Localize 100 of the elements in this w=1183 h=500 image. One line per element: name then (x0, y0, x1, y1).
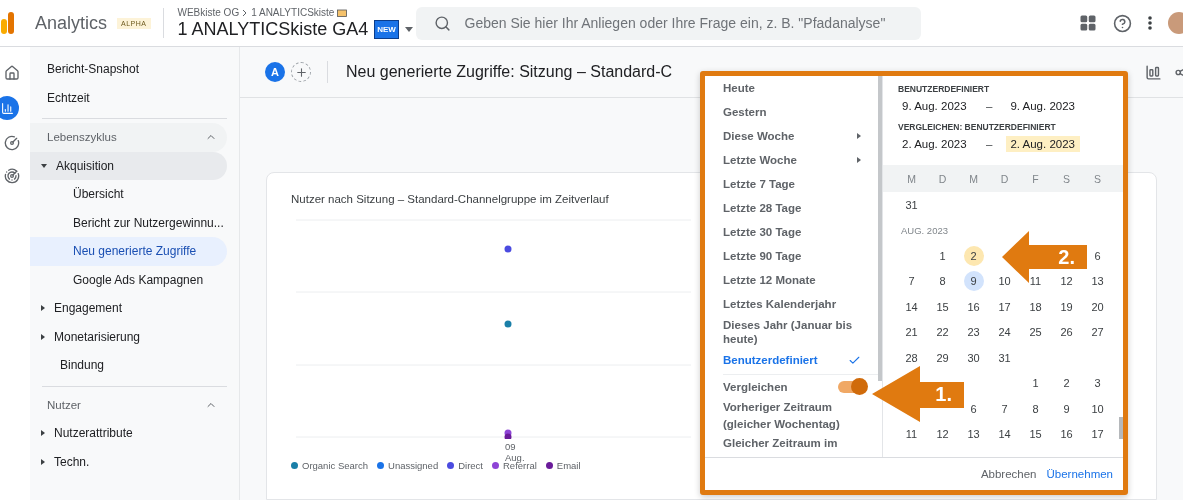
customize-report-button[interactable] (1145, 63, 1162, 81)
preset-option[interactable]: Gestern (723, 100, 882, 124)
calendar-day[interactable]: 14 (901, 296, 922, 317)
search-field[interactable]: Geben Sie hier Ihr Anliegen oder Ihre Frage ein, z. B. "Pfadanalyse" (415, 6, 921, 40)
nav-item[interactable]: Bericht-Snapshot (30, 55, 227, 84)
more-button[interactable] (1148, 16, 1152, 30)
calendar-day[interactable]: 8 (1025, 398, 1046, 419)
calendar-day[interactable]: 10 (994, 271, 1015, 292)
preset-option[interactable]: Letztes Kalenderjahr (723, 292, 882, 316)
preset-option[interactable]: Heute (723, 76, 882, 100)
start-date-field[interactable]: 9. Aug. 2023 (898, 97, 972, 114)
calendar-day[interactable]: 17 (1087, 424, 1108, 445)
preset-option[interactable]: Dieses Jahr (Januar bis heute) (723, 316, 882, 348)
legend-item: Direct (447, 460, 483, 471)
calendar-day[interactable]: 7 (901, 271, 922, 292)
calendar-day[interactable]: 9 (963, 271, 984, 292)
nav-item[interactable]: Techn. (30, 447, 227, 476)
preset-option[interactable]: Diese Woche (723, 124, 882, 148)
calendar-day[interactable]: 11 (1025, 271, 1046, 292)
nav-item[interactable]: Google Ads Kampagnen (30, 265, 227, 294)
nav-item[interactable]: Neu generierte Zugriffe (30, 237, 227, 266)
apps-button[interactable] (1079, 14, 1097, 32)
calendar-day[interactable]: 24 (994, 322, 1015, 343)
calendar-day[interactable]: 13 (963, 424, 984, 445)
range-separator: – (986, 137, 993, 150)
section-header[interactable]: Nutzer (30, 390, 227, 419)
section-header[interactable]: Lebenszyklus (30, 123, 227, 152)
home-button[interactable] (2, 63, 22, 83)
preset-option[interactable]: Letzte 30 Tage (723, 220, 882, 244)
preset-option[interactable]: Letzte 28 Tage (723, 196, 882, 220)
calendar-day[interactable]: 7 (994, 398, 1015, 419)
calendar-day[interactable]: 19 (1056, 296, 1077, 317)
compare-option[interactable]: Vorheriger Zeitraum (gleicher Wochentag) (723, 398, 873, 434)
calendar-day[interactable]: 26 (1056, 322, 1077, 343)
calendar-day[interactable]: 12 (932, 424, 953, 445)
calendar-day[interactable]: 6 (1087, 245, 1108, 266)
start-date-field[interactable]: 2. Aug. 2023 (898, 135, 972, 152)
product-name: Analytics (35, 12, 108, 34)
calendar-day[interactable]: 17 (994, 296, 1015, 317)
nav-item[interactable]: Nutzerattribute (30, 419, 227, 448)
calendar-day[interactable]: 30 (963, 347, 984, 368)
data-point (504, 320, 512, 328)
bar-chart-button[interactable] (0, 96, 19, 120)
nav-item[interactable]: Akquisition (30, 151, 227, 180)
breadcrumb-link[interactable]: 1 ANALYTICSkiste (251, 7, 335, 18)
nav-item[interactable]: Bindung (30, 351, 227, 380)
preset-option[interactable]: Benutzerdefiniert (723, 348, 882, 372)
calendar-day[interactable]: 2 (1056, 373, 1077, 394)
scrollbar-thumb[interactable] (1119, 417, 1123, 439)
plus-icon (294, 65, 308, 79)
end-date-field[interactable]: 2. Aug. 2023 (1006, 135, 1081, 152)
cancel-button[interactable]: Abbrechen (978, 464, 1039, 484)
calendar-day[interactable]: 14 (994, 424, 1015, 445)
calendar-day[interactable]: 1 (1025, 373, 1046, 394)
nav-item[interactable]: Engagement (30, 294, 227, 323)
comparison-chip[interactable]: A (265, 62, 285, 82)
calendar-day[interactable]: 27 (1087, 322, 1108, 343)
calendar-day[interactable]: 15 (1025, 424, 1046, 445)
calendar-day[interactable]: 9 (1056, 398, 1077, 419)
calendar-day[interactable]: 3 (1087, 373, 1108, 394)
calendar-day[interactable]: 28 (901, 347, 922, 368)
calendar-day[interactable]: 31 (994, 347, 1015, 368)
calendar-day[interactable]: 6 (963, 398, 984, 419)
preset-option[interactable]: Letzte 12 Monate (723, 268, 882, 292)
calendar-day[interactable]: 25 (1025, 322, 1046, 343)
preset-option[interactable]: Letzte 90 Tage (723, 244, 882, 268)
breadcrumb-link[interactable]: WEBkiste OG (177, 7, 240, 18)
help-button[interactable] (1113, 13, 1132, 33)
gauge-button[interactable] (2, 133, 22, 153)
nav-item[interactable]: Echtzeit (30, 83, 227, 112)
calendar-day[interactable]: 10 (1087, 398, 1108, 419)
calendar-day[interactable]: 20 (1087, 296, 1108, 317)
nav-item[interactable]: Übersicht (30, 180, 227, 209)
calendar-day[interactable]: 23 (963, 322, 984, 343)
calendar-day[interactable]: 29 (932, 347, 953, 368)
property-name: 1 ANALYTICSkiste GA4 (177, 19, 369, 40)
calendar-day[interactable]: 16 (963, 296, 984, 317)
nav-item[interactable]: Bericht zur Nutzergewinnu... (30, 208, 227, 237)
compare-toggle[interactable] (838, 380, 865, 393)
preset-option[interactable]: Letzte 7 Tage (723, 172, 882, 196)
calendar-day[interactable]: 13 (1087, 271, 1108, 292)
calendar-day[interactable]: 21 (901, 322, 922, 343)
calendar-day[interactable]: 31 (901, 194, 922, 215)
scrollbar-thumb[interactable] (878, 76, 882, 381)
end-date-field[interactable]: 9. Aug. 2023 (1006, 97, 1081, 114)
calendar-day[interactable]: 8 (932, 271, 953, 292)
calendar-day[interactable]: 15 (932, 296, 953, 317)
apply-button[interactable]: Übernehmen (1044, 464, 1115, 484)
compare-option[interactable]: Gleicher Zeitraum im (723, 434, 873, 453)
nav-item[interactable]: Monetarisierung (30, 322, 227, 351)
calendar-day[interactable]: 11 (901, 424, 922, 445)
calendar-day[interactable]: 2 (963, 245, 984, 266)
preset-option[interactable]: Letzte Woche (723, 148, 882, 172)
calendar-day[interactable]: 18 (1025, 296, 1046, 317)
gauge-icon (4, 135, 20, 151)
radar-button[interactable] (2, 166, 22, 186)
calendar-day[interactable]: 1 (932, 245, 953, 266)
calendar-day[interactable]: 12 (1056, 271, 1077, 292)
calendar-day[interactable]: 16 (1056, 424, 1077, 445)
calendar-day[interactable]: 22 (932, 322, 953, 343)
